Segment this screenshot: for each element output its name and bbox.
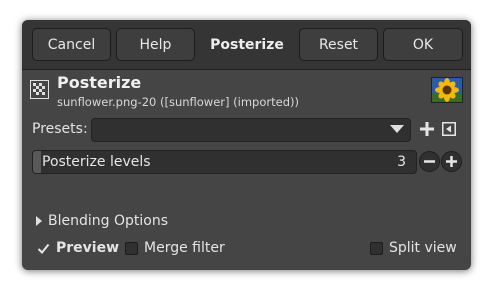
split-view-checkbox[interactable]: Split view	[370, 240, 457, 256]
increase-levels-button[interactable]	[441, 151, 462, 172]
filter-name: Posterize	[57, 73, 142, 92]
sunflower-thumbnail	[431, 77, 463, 103]
posterize-levels-label: Posterize levels	[42, 154, 151, 170]
chevron-down-icon	[390, 125, 404, 133]
preview-label: Preview	[56, 240, 120, 256]
ok-button[interactable]: OK	[383, 28, 463, 61]
preview-checkbox[interactable]: Preview	[37, 240, 119, 256]
blending-options-label: Blending Options	[48, 213, 168, 229]
cancel-button-label: Cancel	[47, 36, 96, 53]
merge-filter-box	[125, 241, 138, 255]
cancel-button[interactable]: Cancel	[32, 28, 111, 61]
disclosure-triangle-icon	[36, 216, 42, 226]
split-view-label: Split view	[389, 240, 457, 256]
help-button-label: Help	[139, 36, 172, 53]
presets-combo[interactable]	[91, 118, 411, 142]
decrease-levels-button[interactable]	[419, 151, 440, 172]
presets-label: Presets:	[32, 121, 88, 137]
dialog-title: Posterize	[210, 36, 284, 53]
plus-icon	[446, 156, 457, 167]
plus-icon	[420, 122, 434, 136]
ok-button-label: OK	[412, 36, 434, 53]
minus-icon	[424, 160, 435, 163]
posterize-levels-value[interactable]: 3	[397, 154, 406, 170]
posterize-levels-fill	[33, 151, 41, 173]
checkmark-icon	[37, 242, 50, 255]
blending-options-expander[interactable]: Blending Options	[36, 213, 168, 229]
presets-menu-icon	[442, 122, 456, 136]
merge-filter-label: Merge filter	[144, 240, 225, 256]
dialog-headerbar: Cancel Help Posterize Reset OK	[22, 20, 471, 70]
merge-filter-checkbox[interactable]: Merge filter	[125, 240, 225, 256]
reset-button-label: Reset	[318, 36, 359, 53]
add-preset-button[interactable]	[419, 121, 435, 137]
help-button[interactable]: Help	[116, 28, 195, 61]
posterize-levels-scale[interactable]: Posterize levels 3	[32, 150, 417, 174]
presets-menu-button[interactable]	[441, 121, 457, 137]
posterize-icon	[30, 80, 49, 99]
split-view-box	[370, 241, 383, 255]
posterize-dialog: Cancel Help Posterize Reset OK Posterize…	[22, 20, 471, 270]
reset-button[interactable]: Reset	[299, 28, 378, 61]
filter-image-subtitle: sunflower.png-20 ([sunflower] (imported)…	[57, 95, 299, 109]
